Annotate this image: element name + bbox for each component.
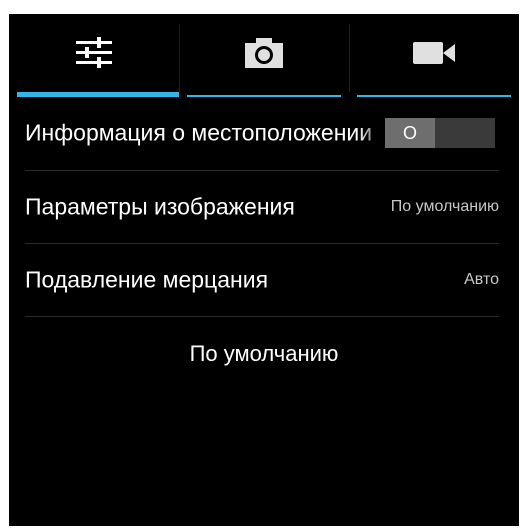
setting-row-flicker[interactable]: Подавление мерцания Авто [9,244,519,316]
setting-value: Авто [464,271,499,288]
tab-photo-settings[interactable] [179,14,349,97]
toggle-thumb: O [385,118,435,148]
divider [25,316,499,317]
setting-label: Подавление мерцания [25,266,269,293]
setting-value: По умолчанию [390,198,499,215]
settings-tabs [9,14,519,97]
setting-label: Информация о местоположении [25,119,373,146]
video-camera-icon [412,40,456,71]
setting-label: Параметры изображения [25,193,295,220]
sliders-icon [74,35,114,76]
camera-icon [244,37,284,74]
reset-defaults-button[interactable]: По умолчанию [9,341,519,367]
tab-video-settings[interactable] [349,14,519,97]
setting-row-picture-params[interactable]: Параметры изображения По умолчанию [9,171,519,243]
tab-general-settings[interactable] [9,14,179,97]
setting-row-location[interactable]: Информация о местоположении O [9,97,519,169]
camera-settings-panel: Информация о местоположении O Параметры … [9,14,519,526]
label-fade [359,97,387,169]
location-toggle[interactable]: O [385,118,495,148]
